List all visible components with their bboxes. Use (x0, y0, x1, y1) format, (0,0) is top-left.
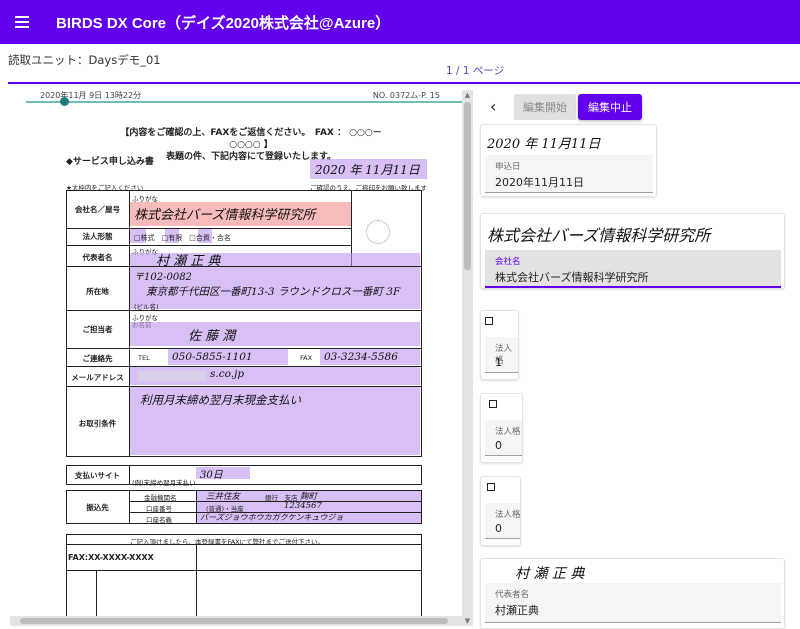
field-card-corp-form-1[interactable]: 法人格 1 (480, 310, 519, 380)
corp-form-field-1-value[interactable]: 1 (495, 356, 502, 369)
back-icon[interactable]: ‹ (490, 97, 496, 116)
address-label: 所在地 (86, 287, 109, 296)
representative-field-label: 代表者名 (495, 590, 530, 600)
date-handwriting: 2020 年 11月11日 (315, 163, 420, 177)
field-card-representative[interactable]: 村 瀬 正 典 代表者名 村瀬正典 (480, 558, 785, 629)
company-label: 会社名／屋号 (75, 205, 120, 214)
field-card-company[interactable]: 株式会社バーズ情報科学研究所 会社名 株式会社バーズ情報科学研究所 (480, 213, 785, 289)
account-no-handwriting: 1234567 (284, 501, 322, 511)
company-field-value[interactable]: 株式会社バーズ情報科学研究所 (495, 269, 648, 285)
representative-snippet: 村 瀬 正 典 (515, 566, 585, 582)
phone-label: ご連絡先 (82, 354, 113, 363)
corp-form-label: 法人形態 (82, 232, 113, 241)
seal-stamp-area (366, 220, 390, 244)
payment-label: 支払いサイト (75, 471, 120, 480)
scroll-down-icon[interactable]: ▼ (462, 616, 473, 626)
menu-icon[interactable] (0, 0, 44, 44)
contact-handwriting: 佐 藤 潤 (188, 329, 236, 344)
contact-label: ご担当者 (82, 325, 113, 334)
field-panel: ‹ 編集開始 編集中止 2020 年 11月11日 申込日 2020年11月11… (480, 90, 800, 629)
building-label: (ビル名) (134, 303, 159, 311)
section-title: ◆サービス申し込み書 (66, 157, 154, 167)
account-no-label: 口座番号 (146, 505, 172, 513)
zoom-slider-track[interactable] (26, 101, 466, 103)
footer-note: ご記入頂けましたら、本登録書をFAXにて弊社までご送付下さい。 (130, 538, 325, 546)
account-holder-handwriting: バーズジョウホウカガクケンキュウジョ (200, 513, 344, 522)
corp-form-field-3[interactable]: 法人格 0 (485, 503, 521, 539)
corp-form-field-2-label: 法人格 (495, 427, 521, 437)
date-snippet: 2020 年 11月11日 (487, 137, 601, 152)
email-label: メールアドレス (71, 373, 124, 382)
horizontal-scrollbar[interactable] (10, 616, 462, 626)
rep-label: 代表者名 (82, 253, 113, 262)
reading-unit-label: 読取ユニット：Daysデモ_01 (8, 53, 161, 67)
account-holder-label: 口座名義 (146, 516, 172, 524)
start-edit-button[interactable]: 編集開始 (514, 94, 576, 120)
notice-line-1: 【内容をご確認の上、FAXをご返信ください。 FAX ： ○○○－○○○○ 】 (120, 128, 382, 150)
stop-edit-button[interactable]: 編集中止 (578, 94, 642, 120)
document-viewer[interactable]: 2020年11月 9日 13時22分 NO. 0372ム-P. 15 【内容をご… (10, 90, 473, 626)
app-bar: BIRDS DX Core（デイズ2020株式会社@Azure） (0, 0, 800, 44)
terms-handwriting: 利用月末締め翌月末現金支払い (140, 393, 301, 407)
checkbox-snippet-2 (489, 400, 497, 408)
email-handwriting: s.co.jp (210, 368, 245, 380)
app-title: BIRDS DX Core（デイズ2020株式会社@Azure） (56, 14, 391, 32)
fax-header-right: NO. 0372ム-P. 15 (372, 91, 440, 100)
field-card-date[interactable]: 2020 年 11月11日 申込日 2020年11月11日 (480, 124, 657, 197)
corp-form-options: □株式 □有限 □合資・合名 (134, 234, 231, 242)
field-card-corp-form-3[interactable]: 法人格 0 (480, 476, 521, 546)
date-field[interactable]: 申込日 2020年11月11日 (485, 155, 653, 193)
email-redacted (138, 371, 206, 381)
representative-field[interactable]: 代表者名 村瀬正典 (485, 583, 781, 623)
vertical-scrollbar[interactable]: ▲ ▼ (462, 90, 473, 626)
vertical-scroll-thumb[interactable] (464, 102, 471, 270)
corp-form-field-3-value[interactable]: 0 (495, 522, 502, 535)
corp-form-field-2[interactable]: 法人格 0 (485, 420, 522, 456)
payment-handwriting: 30日 (200, 470, 223, 481)
company-handwriting: 株式会社バーズ情報科学研究所 (134, 208, 316, 223)
horizontal-scroll-thumb[interactable] (20, 618, 448, 624)
footer-fax: FAX:XX-XXXX-XXXX (68, 553, 154, 562)
payment-note: (例)末締め翌月末払い (132, 479, 196, 487)
date-field-label: 申込日 (495, 162, 521, 172)
footer-table (66, 534, 422, 620)
tel-label: TEL (138, 354, 150, 362)
bank-name-handwriting: 三井住友 (206, 492, 241, 502)
page-indicator: 1 / 1 ページ (446, 65, 505, 77)
company-field-label: 会社名 (495, 257, 521, 267)
tel-handwriting: 050-5855-1101 (172, 351, 253, 363)
date-field-value[interactable]: 2020年11月11日 (495, 174, 584, 190)
fax-label: FAX (300, 354, 313, 362)
terms-label: お取引条件 (78, 419, 117, 428)
contact-highlight[interactable] (130, 322, 420, 346)
scroll-up-icon[interactable]: ▲ (462, 90, 473, 100)
fax-handwriting: 03-3234-5586 (324, 351, 398, 363)
company-snippet: 株式会社バーズ情報科学研究所 (487, 226, 711, 245)
divider (8, 82, 800, 84)
bank-label: 振込先 (86, 503, 109, 512)
representative-field-value[interactable]: 村瀬正典 (495, 602, 539, 618)
checkbox-snippet-1 (485, 317, 493, 325)
company-field[interactable]: 会社名 株式会社バーズ情報科学研究所 (485, 250, 781, 288)
field-card-corp-form-2[interactable]: 法人格 0 (480, 393, 523, 463)
corp-form-field-2-value[interactable]: 0 (495, 439, 502, 452)
bank-name-label: 金融機関名 (144, 494, 177, 502)
zoom-slider-handle[interactable] (60, 97, 69, 106)
corp-form-field-3-label: 法人格 (495, 510, 521, 520)
checkbox-snippet-3 (487, 483, 495, 491)
zip-handwriting: 〒102-0082 (134, 272, 192, 283)
corp-form-field-1[interactable]: 法人格 1 (485, 337, 518, 373)
fax-header-left: 2020年11月 9日 13時22分 (40, 91, 142, 100)
address-handwriting: 東京都千代田区一番町13-3 ラウンドクロス一番町 3F (146, 286, 401, 298)
scanned-document: 2020年11月 9日 13時22分 NO. 0372ム-P. 15 【内容をご… (10, 90, 466, 620)
